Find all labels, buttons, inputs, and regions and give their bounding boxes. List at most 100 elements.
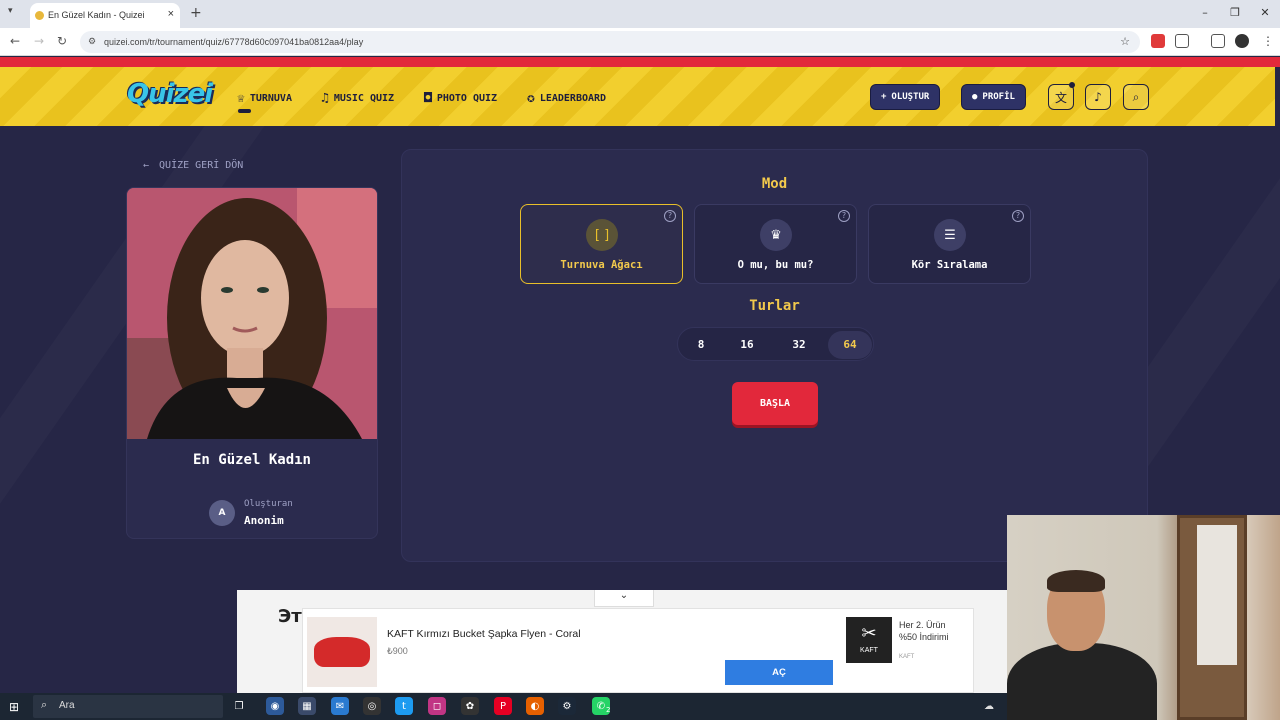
close-tab-icon[interactable]: × bbox=[168, 8, 174, 20]
store-icon[interactable]: ▦ bbox=[298, 697, 316, 715]
scissors-icon: ✂ bbox=[861, 623, 877, 643]
tab-title: En Güzel Kadın - Quizei bbox=[48, 10, 145, 20]
create-button[interactable]: + OLUŞTUR bbox=[870, 84, 941, 110]
search-button[interactable]: ⌕ bbox=[1123, 84, 1149, 110]
bookmark-star-icon[interactable]: ☆ bbox=[1120, 35, 1130, 48]
browser-tab-bar: ▾ En Güzel Kadın - Quizei × + – ❐ ✕ bbox=[0, 0, 1280, 28]
rounds-selector: 8 16 32 64 bbox=[677, 327, 874, 361]
chatgpt-icon[interactable]: ✿ bbox=[461, 697, 479, 715]
extension-red-icon[interactable] bbox=[1151, 34, 1165, 48]
mode-option-this-or-that[interactable]: ♛ O mu, bu mu? ? bbox=[694, 204, 857, 284]
url-field[interactable]: ⚙ quizei.com/tr/tournament/quiz/67778d60… bbox=[80, 31, 1140, 53]
arrow-left-icon: ← bbox=[143, 160, 150, 171]
tab-list-chevron-icon[interactable]: ▾ bbox=[8, 6, 13, 16]
browser-tab-active[interactable]: En Güzel Kadın - Quizei × bbox=[30, 3, 180, 28]
extensions-puzzle-icon[interactable] bbox=[1175, 34, 1189, 48]
round-option-16[interactable]: 16 bbox=[725, 331, 769, 359]
person-hair bbox=[1047, 570, 1105, 592]
site-header: Quizei ♕ TURNUVA ♫ MUSIC QUIZ ◘ PHOTO QU… bbox=[0, 67, 1275, 126]
bell-icon: ♪ bbox=[1094, 90, 1102, 104]
kaft-logo: ✂ KAFT bbox=[846, 617, 892, 663]
window-controls: – ❐ ✕ bbox=[1190, 0, 1280, 28]
creator-name: Anonim bbox=[244, 514, 284, 527]
firefox-icon[interactable]: ◐ bbox=[526, 697, 544, 715]
help-icon[interactable]: ? bbox=[1012, 210, 1024, 222]
bracket-icon: [ ] bbox=[586, 219, 618, 251]
trophy-icon: ♕ bbox=[237, 91, 245, 106]
nav-turnuva-label: TURNUVA bbox=[249, 93, 292, 104]
chrome-icon[interactable]: ◉ bbox=[266, 697, 284, 715]
address-bar-row: ← → ↻ ⚙ quizei.com/tr/tournament/quiz/67… bbox=[0, 28, 1280, 56]
help-icon[interactable]: ? bbox=[838, 210, 850, 222]
pinterest-icon[interactable]: P bbox=[494, 697, 512, 715]
windows-start-icon[interactable]: ⊞ bbox=[9, 700, 19, 714]
ad-price: ₺900 bbox=[387, 646, 408, 656]
task-view-icon[interactable]: ❐ bbox=[230, 697, 248, 715]
quiz-cover-image bbox=[127, 188, 377, 439]
mode-label: Kör Sıralama bbox=[911, 259, 988, 271]
nav-photo-quiz-label: PHOTO QUIZ bbox=[436, 93, 498, 104]
game-settings-panel: Mod [ ] Turnuva Ağacı ? ♛ O mu, bu mu? ?… bbox=[401, 149, 1148, 562]
favicon-icon bbox=[35, 11, 44, 20]
taskbar-search-field[interactable]: ⌕ Ara bbox=[33, 695, 223, 718]
bucket-hat-image bbox=[314, 637, 370, 667]
forward-arrow-icon[interactable]: → bbox=[34, 34, 44, 48]
browser-menu-icon[interactable]: ⋮ bbox=[1262, 34, 1274, 48]
nav-music-quiz-label: MUSIC QUIZ bbox=[333, 93, 395, 104]
back-arrow-icon[interactable]: ← bbox=[10, 34, 20, 48]
new-tab-plus-icon[interactable]: + bbox=[190, 5, 202, 21]
portrait-illustration bbox=[127, 188, 377, 439]
start-button[interactable]: BAŞLA bbox=[732, 382, 818, 425]
round-option-32[interactable]: 32 bbox=[777, 331, 821, 359]
mail-icon[interactable]: ✉ bbox=[331, 697, 349, 715]
media-control-icon[interactable] bbox=[1211, 34, 1225, 48]
camera-icon: ◘ bbox=[424, 91, 432, 106]
rounds-heading: Turlar bbox=[749, 298, 800, 314]
ad-promo-text: Her 2. Ürün %50 İndirimi bbox=[899, 619, 949, 643]
ad-open-button[interactable]: AÇ bbox=[725, 660, 833, 685]
language-button[interactable]: 文 bbox=[1048, 82, 1075, 110]
profile-button-label: PROFİL bbox=[982, 92, 1015, 102]
mode-option-blind-ranking[interactable]: ☰ Kör Sıralama ? bbox=[868, 204, 1031, 284]
ad-collapse-chevron-icon[interactable]: ⌄ bbox=[594, 590, 654, 607]
plus-icon: + bbox=[881, 92, 887, 102]
help-icon[interactable]: ? bbox=[664, 210, 676, 222]
restore-icon[interactable]: ❐ bbox=[1220, 0, 1250, 28]
crown-icon: ♛ bbox=[760, 219, 792, 251]
creator-caption: Oluşturan bbox=[244, 499, 293, 509]
quiz-title: En Güzel Kadın bbox=[192, 452, 311, 468]
instagram-icon[interactable]: ◻ bbox=[428, 697, 446, 715]
nav-leaderboard-label: LEADERBOARD bbox=[539, 93, 607, 104]
site-info-icon[interactable]: ⚙ bbox=[88, 36, 96, 47]
ad-banner: Эт ⌄ KAFT Kırmızı Bucket Şapka Flyen - C… bbox=[237, 590, 1025, 693]
ad-product-title[interactable]: KAFT Kırmızı Bucket Şapka Flyen - Coral bbox=[387, 628, 581, 640]
nav-music-quiz[interactable]: ♫ MUSIC QUIZ bbox=[321, 91, 394, 106]
creator-avatar: A bbox=[209, 500, 235, 526]
nav-leaderboard[interactable]: ✪ LEADERBOARD bbox=[527, 91, 606, 106]
quiz-card: En Güzel Kadın A Oluşturan Anonim bbox=[126, 187, 378, 539]
notifications-button[interactable]: ♪ bbox=[1085, 84, 1111, 110]
obs-icon[interactable]: ◎ bbox=[363, 697, 381, 715]
steam-icon[interactable]: ⚙ bbox=[558, 697, 576, 715]
site-logo[interactable]: Quizei bbox=[127, 79, 213, 109]
reload-icon[interactable]: ↻ bbox=[57, 34, 67, 48]
round-option-64[interactable]: 64 bbox=[828, 331, 872, 359]
ad-content[interactable]: KAFT Kırmızı Bucket Şapka Flyen - Coral … bbox=[302, 608, 1025, 693]
back-to-quiz-label: QUİZE GERİ DÖN bbox=[159, 160, 244, 171]
nav-turnuva[interactable]: ♕ TURNUVA bbox=[237, 91, 292, 106]
profile-button[interactable]: ● PROFİL bbox=[961, 84, 1026, 110]
minimize-icon[interactable]: – bbox=[1190, 0, 1220, 28]
product-image bbox=[307, 617, 377, 687]
round-option-8[interactable]: 8 bbox=[679, 331, 723, 359]
weather-cloud-icon[interactable]: ☁ bbox=[980, 697, 998, 715]
ad-brand-caption: KAFT bbox=[899, 654, 915, 660]
taskbar-search-label: Ara bbox=[59, 700, 75, 711]
nav-photo-quiz[interactable]: ◘ PHOTO QUIZ bbox=[424, 91, 497, 106]
notification-dot bbox=[1069, 82, 1075, 88]
close-window-icon[interactable]: ✕ bbox=[1250, 0, 1280, 28]
profile-avatar-icon[interactable] bbox=[1235, 34, 1249, 48]
twitter-icon[interactable]: t bbox=[395, 697, 413, 715]
ordered-list-icon: ☰ bbox=[934, 219, 966, 251]
back-to-quiz-link[interactable]: ← QUİZE GERİ DÖN bbox=[143, 160, 243, 171]
mode-option-tournament-bracket[interactable]: [ ] Turnuva Ağacı ? bbox=[520, 204, 683, 284]
